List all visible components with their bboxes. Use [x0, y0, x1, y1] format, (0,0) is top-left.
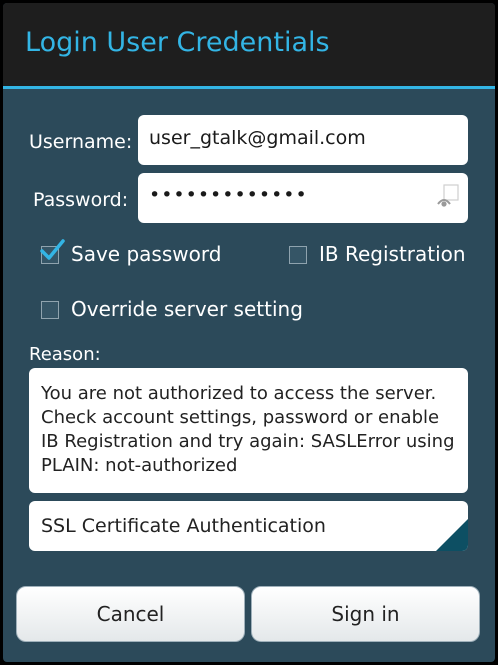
reason-text: You are not authorized to access the ser… [41, 383, 455, 476]
password-field[interactable]: ••••••••••••• [138, 173, 468, 223]
reason-label: Reason: [29, 344, 101, 365]
auth-method-selected: SSL Certificate Authentication [41, 515, 326, 537]
eye-icon[interactable] [437, 184, 459, 208]
override-server-checkbox[interactable] [41, 301, 59, 319]
auth-method-select[interactable]: SSL Certificate Authentication [29, 501, 468, 551]
override-server-label[interactable]: Override server setting [71, 297, 303, 321]
reason-box: You are not authorized to access the ser… [29, 368, 468, 493]
sign-in-button[interactable]: Sign in [251, 586, 480, 642]
login-dialog: Login User Credentials Username: user_gt… [3, 3, 495, 662]
password-label: Password: [33, 189, 129, 211]
username-value: user_gtalk@gmail.com [149, 127, 366, 149]
username-field[interactable]: user_gtalk@gmail.com [138, 115, 468, 165]
ib-registration-checkbox[interactable] [289, 246, 307, 264]
ib-registration-label[interactable]: IB Registration [319, 242, 466, 266]
save-password-checkbox[interactable] [40, 239, 65, 264]
check-mark-icon [40, 239, 65, 260]
title-divider [3, 86, 495, 89]
username-label: Username: [29, 131, 133, 153]
dialog-title: Login User Credentials [25, 27, 330, 58]
title-bar: Login User Credentials [3, 3, 495, 86]
password-masked-value: ••••••••••••• [149, 184, 308, 206]
cancel-button[interactable]: Cancel [16, 586, 245, 642]
dropdown-corner-icon [436, 519, 468, 551]
save-password-label[interactable]: Save password [71, 242, 221, 266]
